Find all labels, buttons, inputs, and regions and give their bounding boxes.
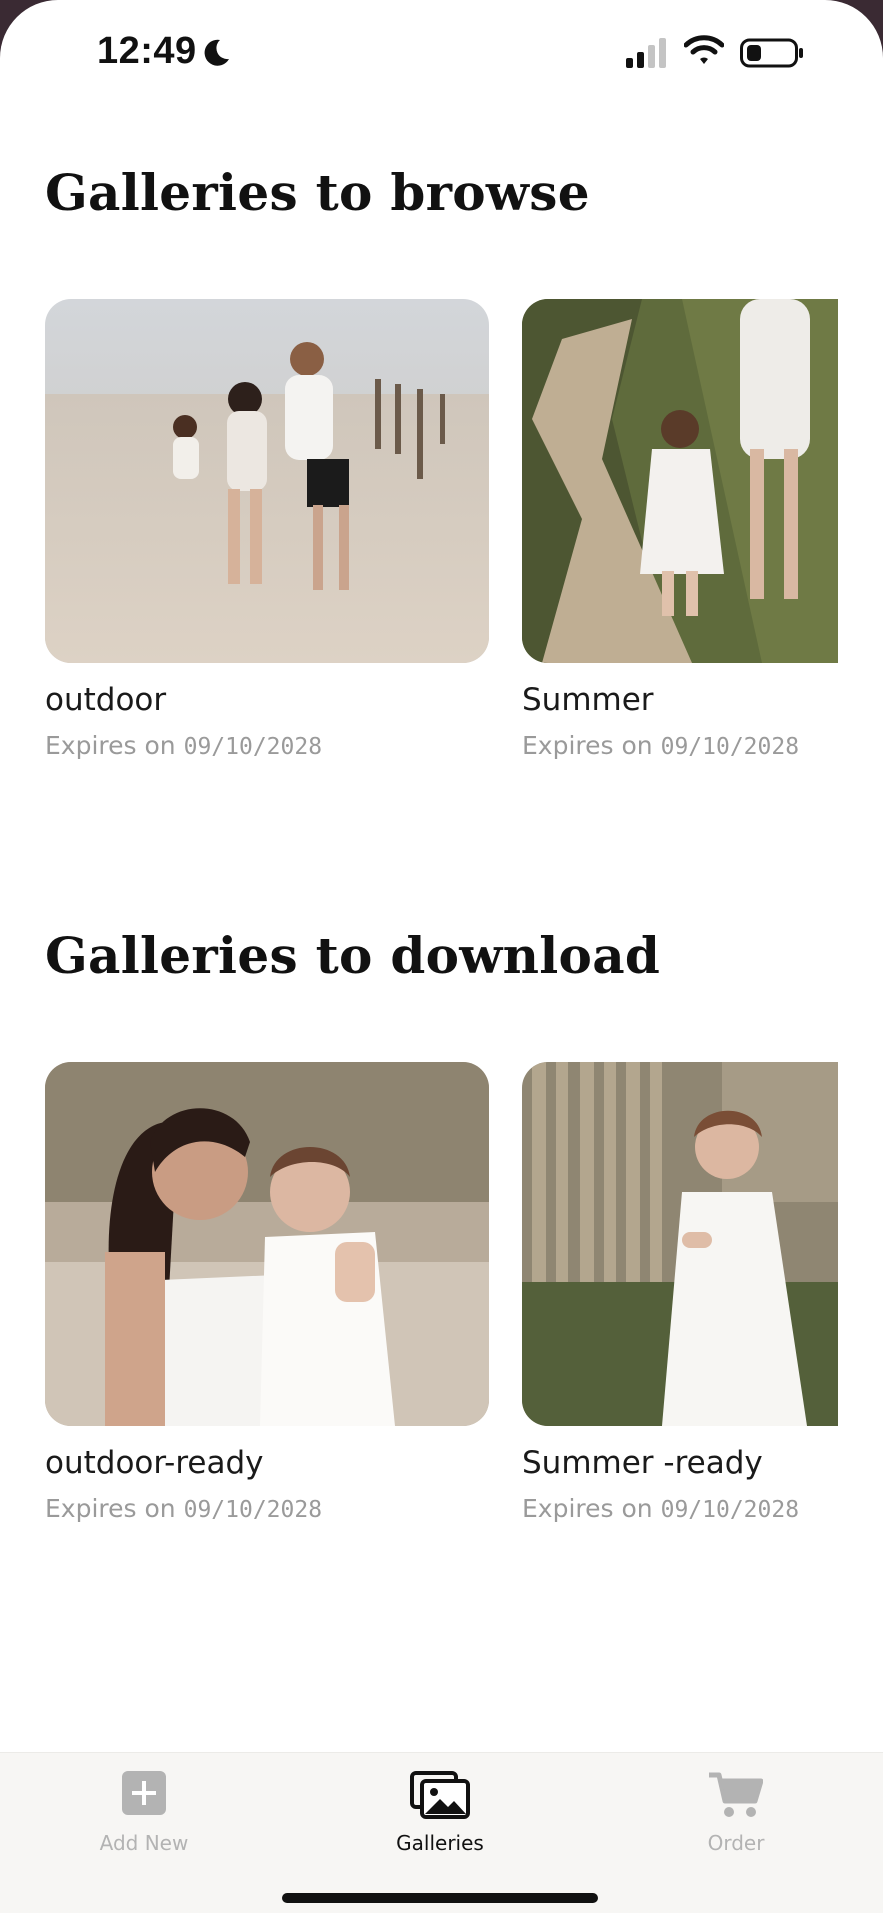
browse-section-title: Galleries to browse (45, 163, 590, 222)
bottom-tab-bar: Add New Galleries Order (0, 1752, 883, 1913)
gallery-card-outdoor[interactable]: outdoor Expires on 09/10/2028 (45, 299, 489, 769)
plus-square-icon (122, 1771, 166, 1815)
signal-icon (626, 38, 666, 68)
gallery-thumbnail[interactable] (45, 299, 489, 663)
gallery-name: Summer (522, 682, 654, 718)
gallery-card-summer[interactable]: Summer Expires on 09/10/2028 (522, 299, 838, 769)
home-indicator (282, 1893, 598, 1903)
tab-label: Order (707, 1831, 765, 1855)
expiry-label: Expires on (45, 731, 176, 760)
expiry-date: 09/10/2028 (660, 734, 800, 760)
tab-galleries[interactable]: Galleries (340, 1753, 540, 1873)
gallery-card-outdoor-ready[interactable]: outdoor-ready Expires on 09/10/2028 (45, 1062, 489, 1532)
wifi-icon (684, 35, 724, 64)
gallery-name: Summer -ready (522, 1445, 763, 1481)
status-bar: 12:49 (0, 0, 883, 100)
tab-add-new[interactable]: Add New (44, 1753, 244, 1873)
battery-icon (740, 38, 803, 68)
gallery-thumbnail[interactable] (45, 1062, 489, 1426)
gallery-card-summer-ready[interactable]: Summer -ready Expires on 09/10/2028 (522, 1062, 838, 1532)
gallery-thumbnail[interactable] (522, 1062, 838, 1426)
gallery-icon (410, 1771, 470, 1819)
tab-label: Galleries (396, 1831, 484, 1855)
download-section-title: Galleries to download (45, 926, 661, 985)
gallery-name: outdoor (45, 682, 167, 718)
gallery-expiry: Expires on 09/10/2028 (45, 731, 322, 760)
gallery-expiry: Expires on 09/10/2028 (522, 731, 799, 760)
expiry-label: Expires on (522, 731, 653, 760)
tab-order[interactable]: Order (636, 1753, 836, 1873)
gallery-expiry: Expires on 09/10/2028 (45, 1494, 322, 1523)
screen: 12:49 Galleries to browse outdoor Expire… (0, 0, 883, 1913)
expiry-date: 09/10/2028 (660, 1497, 800, 1523)
expiry-date: 09/10/2028 (183, 734, 323, 760)
cart-icon (709, 1772, 763, 1817)
gallery-thumbnail[interactable] (522, 299, 838, 663)
expiry-date: 09/10/2028 (183, 1497, 323, 1523)
expiry-label: Expires on (45, 1494, 176, 1523)
tab-label: Add New (99, 1831, 189, 1855)
expiry-label: Expires on (522, 1494, 653, 1523)
moon-icon (204, 39, 229, 66)
gallery-name: outdoor-ready (45, 1445, 264, 1481)
gallery-expiry: Expires on 09/10/2028 (522, 1494, 799, 1523)
status-time: 12:49 (97, 30, 197, 72)
